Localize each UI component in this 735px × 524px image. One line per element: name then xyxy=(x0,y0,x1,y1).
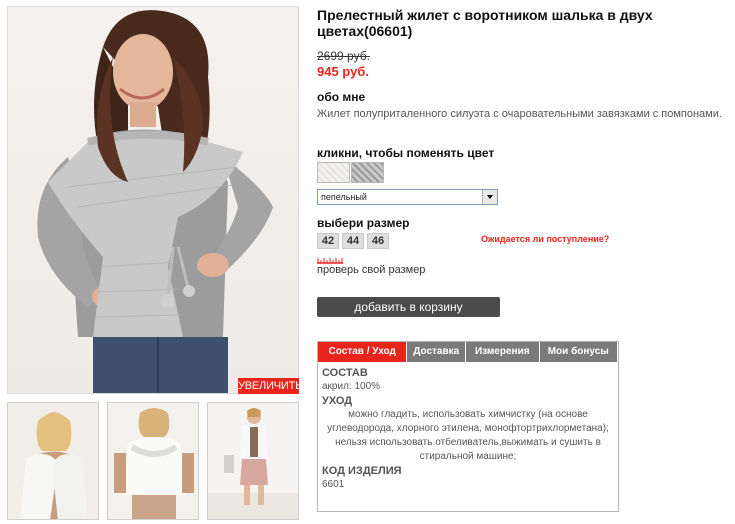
check-size-link[interactable]: проверь свой размер xyxy=(317,264,425,276)
zoom-button[interactable]: УВЕЛИЧИТЬ xyxy=(238,378,302,394)
size-heading: выбери размер xyxy=(317,216,410,230)
thumbnail-1[interactable] xyxy=(7,402,99,520)
about-heading: обо мне xyxy=(317,90,366,104)
old-price: 2699 руб. xyxy=(317,49,370,63)
thumbnail-2-image xyxy=(108,403,198,519)
add-to-cart-button[interactable]: добавить в корзину xyxy=(317,297,500,317)
care-text: можно гладить, использовать химчистку (н… xyxy=(327,409,609,462)
size-option-46[interactable]: 46 xyxy=(367,233,389,249)
ruler-icon xyxy=(317,258,343,264)
chevron-down-icon[interactable] xyxy=(482,190,497,204)
tab-my-bonuses[interactable]: Мои бонусы xyxy=(539,342,617,362)
main-product-photo[interactable] xyxy=(7,6,299,394)
color-select-value: пепельный xyxy=(321,192,367,202)
thumbnail-3[interactable] xyxy=(207,402,299,520)
composition-heading: СОСТАВ xyxy=(322,367,368,379)
arrival-inquiry-link[interactable]: Ожидается ли поступление? xyxy=(481,234,609,244)
color-swatch-grey[interactable] xyxy=(351,162,384,183)
care-heading: УХОД xyxy=(322,395,353,407)
tab-content: СОСТАВ акрил: 100% УХОД можно гладить, и… xyxy=(322,366,614,492)
size-option-44[interactable]: 44 xyxy=(342,233,364,249)
product-info-tabs: Состав / Уход Доставка Измерения Мои бон… xyxy=(317,341,619,512)
new-price: 945 руб. xyxy=(317,64,369,79)
thumbnail-3-image xyxy=(208,403,298,519)
product-title: Прелестный жилет с воротником шалька в д… xyxy=(317,7,653,39)
product-code: 6601 xyxy=(322,479,345,490)
size-option-42[interactable]: 42 xyxy=(317,233,339,249)
color-select[interactable]: пепельный xyxy=(317,189,498,205)
tab-composition-care[interactable]: Состав / Уход xyxy=(318,342,407,362)
thumbnail-1-image xyxy=(8,403,98,519)
product-description: Жилет полуприталенного силуэта с очарова… xyxy=(317,108,722,120)
model-illustration xyxy=(37,10,273,393)
tab-delivery[interactable]: Доставка xyxy=(407,342,466,362)
color-swatch-white[interactable] xyxy=(317,162,350,183)
thumbnail-2[interactable] xyxy=(107,402,199,520)
tab-measurements[interactable]: Измерения xyxy=(466,342,539,362)
tab-bar: Состав / Уход Доставка Измерения Мои бон… xyxy=(318,342,618,362)
color-heading: кликни, чтобы поменять цвет xyxy=(317,146,495,160)
code-heading: КОД ИЗДЕЛИЯ xyxy=(322,465,402,477)
composition-text: акрил: 100% xyxy=(322,381,381,392)
